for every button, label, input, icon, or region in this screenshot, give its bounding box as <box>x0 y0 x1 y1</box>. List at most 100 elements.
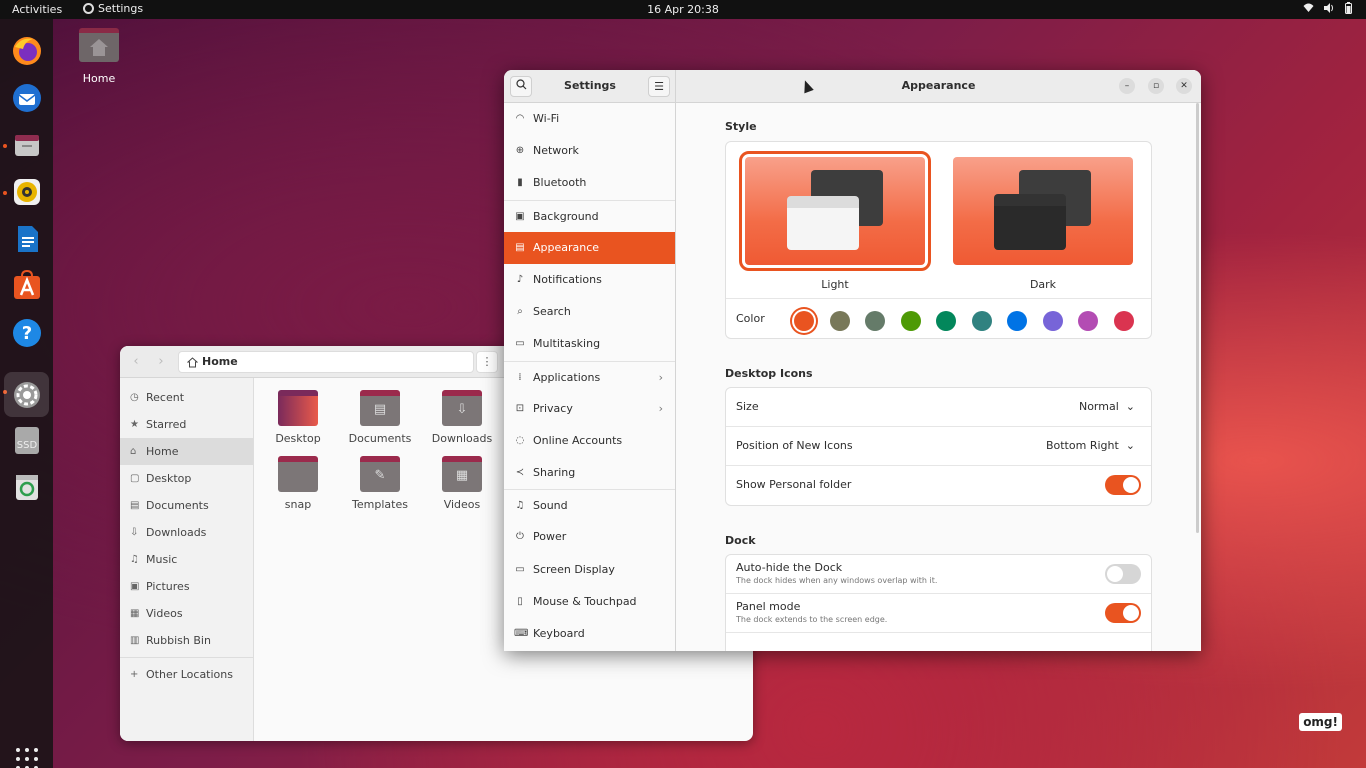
personal-folder-toggle[interactable] <box>1105 475 1141 495</box>
nav-item-bluetooth[interactable]: ▮ Bluetooth <box>504 167 675 199</box>
accent-color-swatch[interactable] <box>971 311 992 331</box>
nav-item-sharing[interactable]: ≺ Sharing <box>504 457 675 489</box>
icon-position-dropdown[interactable]: Bottom Right ⌄ <box>1046 439 1135 452</box>
settings-sidebar: ◠ Wi-Fi ⊕ Network ▮ Bluetooth ▣ Background ▤… <box>504 103 676 651</box>
sidebar-item-label: Music <box>146 553 178 566</box>
accent-color-swatch[interactable] <box>829 311 850 331</box>
help-icon[interactable]: ? <box>8 314 45 351</box>
trash-icon[interactable] <box>8 468 45 505</box>
nav-item-keyboard[interactable]: ⌨ Keyboard <box>504 618 675 650</box>
folder-item-downloads[interactable]: ⇩ Downloads <box>421 390 503 445</box>
accent-color-swatch[interactable] <box>1113 311 1134 331</box>
nav-item-notifications[interactable]: ♪ Notifications <box>504 264 675 296</box>
sidebar-item-pictures[interactable]: ▣ Pictures <box>120 573 253 600</box>
sidebar-item-recent[interactable]: ◷ Recent <box>120 384 253 411</box>
nav-item-background[interactable]: ▣ Background <box>504 199 675 232</box>
style-light-option[interactable] <box>739 151 931 271</box>
icon-size-label: Size <box>736 400 759 413</box>
accent-color-swatch[interactable] <box>1007 311 1027 331</box>
thunderbird-icon[interactable] <box>8 79 45 116</box>
nav-item-online-accounts[interactable]: ◌ Online Accounts <box>504 425 675 457</box>
sidebar-item-label: Rubbish Bin <box>146 634 211 647</box>
sidebar-item-label: Videos <box>146 607 183 620</box>
icon-size-dropdown[interactable]: Normal ⌄ <box>1079 400 1135 413</box>
ssd-icon[interactable]: SSD <box>8 421 45 458</box>
accent-color-swatch[interactable] <box>794 311 814 331</box>
content-scrollbar[interactable] <box>1196 103 1199 533</box>
accent-color-swatch[interactable] <box>1042 311 1063 331</box>
clock[interactable]: 16 Apr 20:38 <box>0 3 1366 16</box>
writer-icon[interactable] <box>8 220 45 257</box>
nav-item-sound[interactable]: ♫ Sound <box>504 489 675 521</box>
sidebar-item-downloads[interactable]: ⇩ Downloads <box>120 519 253 546</box>
downloads-folder-icon: ⇩ <box>442 390 482 426</box>
folder-item-documents[interactable]: ▤ Documents <box>339 390 421 445</box>
nav-item-wifi[interactable]: ◠ Wi-Fi <box>504 103 675 135</box>
omg-watermark: omg! <box>1299 713 1342 731</box>
accent-color-swatch[interactable] <box>936 311 956 331</box>
nav-item-search[interactable]: ⌕ Search <box>504 296 675 328</box>
nav-item-privacy[interactable]: ⊡ Privacy › <box>504 393 675 425</box>
videos-icon: ▦ <box>130 608 140 619</box>
documents-icon: ▤ <box>130 500 140 511</box>
sidebar-item-rubbish-bin[interactable]: ▥ Rubbish Bin <box>120 627 253 654</box>
sidebar-item-music[interactable]: ♫ Music <box>120 546 253 573</box>
maximize-button[interactable]: ▫ <box>1148 78 1164 94</box>
show-apps-button[interactable] <box>16 748 38 768</box>
activities-button[interactable]: Activities <box>12 3 62 16</box>
nav-item-power[interactable]: ⏻ Power <box>504 521 675 553</box>
desktop-home-icon[interactable]: Home <box>78 28 120 85</box>
folder-icon <box>278 456 318 492</box>
section-title-style: Style <box>725 120 757 133</box>
style-dark-label: Dark <box>1029 278 1057 291</box>
folder-label: Downloads <box>431 432 493 445</box>
desktop-icons-panel: Size Normal ⌄ Position of New Icons Botto… <box>725 387 1152 506</box>
software-icon[interactable] <box>8 267 45 304</box>
nav-item-mouse-touchpad[interactable]: ▯ Mouse & Touchpad <box>504 586 675 618</box>
settings-icon[interactable] <box>4 372 49 417</box>
nav-item-multitasking[interactable]: ▭ Multitasking <box>504 328 675 360</box>
path-bar[interactable]: Home <box>178 351 474 373</box>
home-icon: ⌂ <box>130 446 137 457</box>
app-menu[interactable]: Settings <box>83 2 143 15</box>
sidebar-item-label: Starred <box>146 418 187 431</box>
nav-item-applications[interactable]: ⁞ Applications › <box>504 360 675 393</box>
star-icon: ★ <box>130 419 139 430</box>
folder-item-snap[interactable]: snap <box>257 456 339 511</box>
icon-size-row[interactable]: Size Normal ⌄ <box>726 388 1151 427</box>
sidebar-item-documents[interactable]: ▤ Documents <box>120 492 253 519</box>
firefox-icon[interactable] <box>8 32 45 69</box>
panel-mode-toggle[interactable] <box>1105 603 1141 623</box>
nav-item-appearance[interactable]: ▤ Appearance <box>504 231 675 264</box>
rhythmbox-icon[interactable] <box>8 173 45 210</box>
system-tray[interactable] <box>1303 2 1354 14</box>
main-menu-button[interactable]: ☰ <box>648 76 670 97</box>
nav-item-network[interactable]: ⊕ Network <box>504 135 675 167</box>
accent-color-swatch[interactable] <box>865 311 885 331</box>
svg-text:?: ? <box>21 323 31 344</box>
folder-item-desktop[interactable]: Desktop <box>257 390 339 445</box>
accent-color-swatch[interactable] <box>1078 311 1098 331</box>
autohide-toggle[interactable] <box>1105 564 1141 584</box>
icon-position-row[interactable]: Position of New Icons Bottom Right ⌄ <box>726 427 1151 466</box>
close-button[interactable]: ✕ <box>1176 78 1192 94</box>
back-button[interactable]: ‹ <box>124 351 148 373</box>
autohide-description: The dock hides when any windows overlap … <box>736 576 938 585</box>
icon-size-value: Normal <box>1078 400 1119 413</box>
folder-item-templates[interactable]: ✎ Templates <box>339 456 421 511</box>
forward-button[interactable]: › <box>149 351 173 373</box>
folder-item-videos[interactable]: ▦ Videos <box>421 456 503 511</box>
gear-icon <box>83 3 94 14</box>
path-menu-button[interactable]: ⋮ <box>476 351 498 373</box>
accent-color-swatch[interactable] <box>900 311 921 331</box>
running-indicator <box>3 191 7 195</box>
files-icon[interactable] <box>8 126 45 163</box>
minimize-button[interactable]: – <box>1119 78 1135 94</box>
sidebar-item-home[interactable]: ⌂ Home <box>120 438 253 465</box>
sidebar-item-starred[interactable]: ★ Starred <box>120 411 253 438</box>
nav-item-screen-display[interactable]: ▭ Screen Display <box>504 554 675 586</box>
sidebar-item-videos[interactable]: ▦ Videos <box>120 600 253 627</box>
sidebar-item-other-locations[interactable]: + Other Locations <box>120 661 253 688</box>
sidebar-item-desktop[interactable]: ▢ Desktop <box>120 465 253 492</box>
style-dark-option[interactable] <box>953 157 1133 265</box>
